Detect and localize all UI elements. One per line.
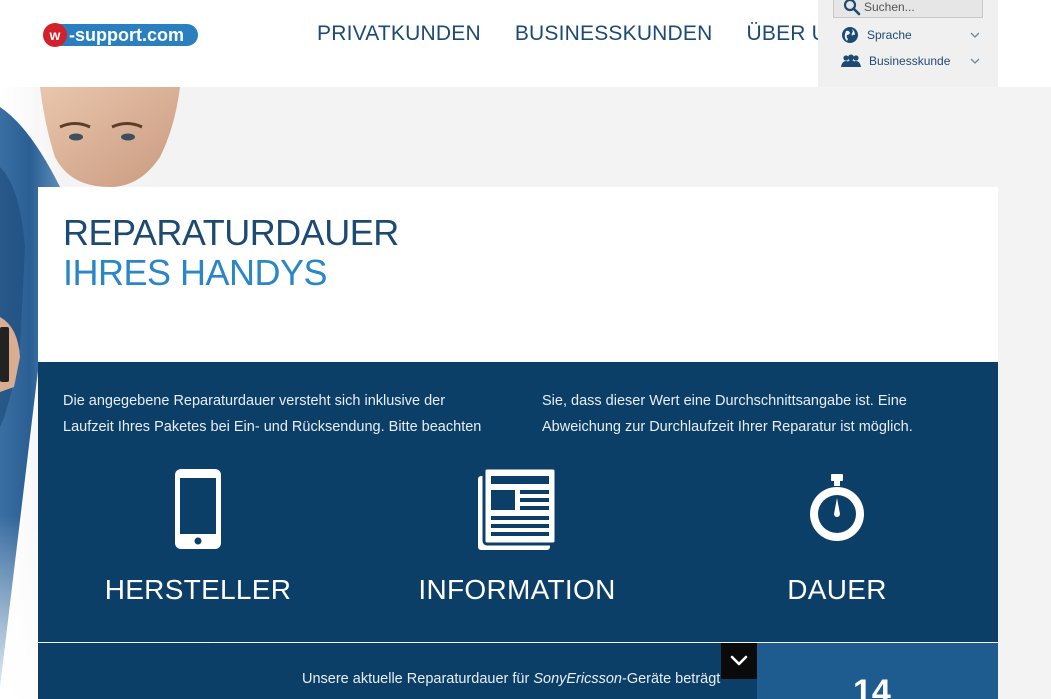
feature-information[interactable]: INFORMATION — [357, 468, 677, 606]
customer-type-selector[interactable]: Businesskunde — [841, 51, 981, 71]
chevron-down-icon — [970, 32, 980, 38]
feature-label-hersteller: HERSTELLER — [104, 574, 292, 605]
search-icon[interactable] — [843, 0, 861, 16]
customer-type-label: Businesskunde — [869, 54, 951, 68]
svg-text:w: w — [49, 27, 61, 43]
result-brand: SonyEricsson — [533, 671, 622, 687]
smartphone-icon — [175, 469, 221, 549]
search-input[interactable] — [864, 0, 974, 14]
repair-days-value: 14 — [853, 673, 891, 699]
language-label: Sprache — [867, 28, 912, 42]
utility-panel: Sprache Businesskunde — [818, 0, 998, 87]
result-row: Unsere aktuelle Reparaturdauer für SonyE… — [38, 643, 757, 699]
feature-label-information: INFORMATION — [418, 574, 616, 605]
language-selector[interactable]: Sprache — [841, 25, 981, 45]
group-icon — [841, 54, 861, 67]
chevron-down-icon — [970, 58, 980, 64]
main-nav: PRIVATKUNDEN BUSINESSKUNDEN ÜBER UNS — [317, 20, 857, 48]
w-support-logo: w -support.com — [43, 23, 198, 47]
page-title-line2: IHRES HANDYS — [63, 252, 328, 293]
description-right: Sie, dass dieser Wert eine Durchschnitts… — [542, 393, 913, 435]
logo[interactable]: w -support.com — [42, 22, 199, 48]
page-title-line1: REPARATURDAUER — [63, 212, 399, 253]
nav-privatkunden[interactable]: PRIVATKUNDEN — [317, 20, 481, 48]
globe-icon — [842, 27, 858, 43]
info-band: Die angegebene Reparaturdauer versteht s… — [38, 362, 998, 642]
result-text-before: Unsere aktuelle Reparaturdauer für — [302, 671, 534, 687]
nav-businesskunden[interactable]: BUSINESSKUNDEN — [515, 20, 713, 48]
feature-hersteller[interactable]: HERSTELLER — [38, 468, 358, 606]
description-left: Die angegebene Reparaturdauer versteht s… — [63, 393, 482, 435]
header: w -support.com PRIVATKUNDEN BUSINESSKUND… — [0, 0, 1051, 87]
stopwatch-icon — [810, 474, 864, 541]
newspaper-icon — [478, 468, 556, 550]
feature-label-dauer: DAUER — [787, 574, 887, 605]
result-text: Unsere aktuelle Reparaturdauer für SonyE… — [302, 671, 720, 687]
search-box — [833, 0, 983, 18]
result-text-after: -Geräte beträgt — [621, 671, 721, 687]
repair-days-box: 14 — [757, 643, 998, 699]
chevron-down-icon — [730, 655, 748, 666]
feature-dauer[interactable]: DAUER — [677, 468, 997, 606]
svg-text:-support.com: -support.com — [69, 25, 184, 45]
title-card: REPARATURDAUER IHRES HANDYS — [38, 187, 998, 362]
collapse-toggle-button[interactable] — [721, 643, 757, 679]
